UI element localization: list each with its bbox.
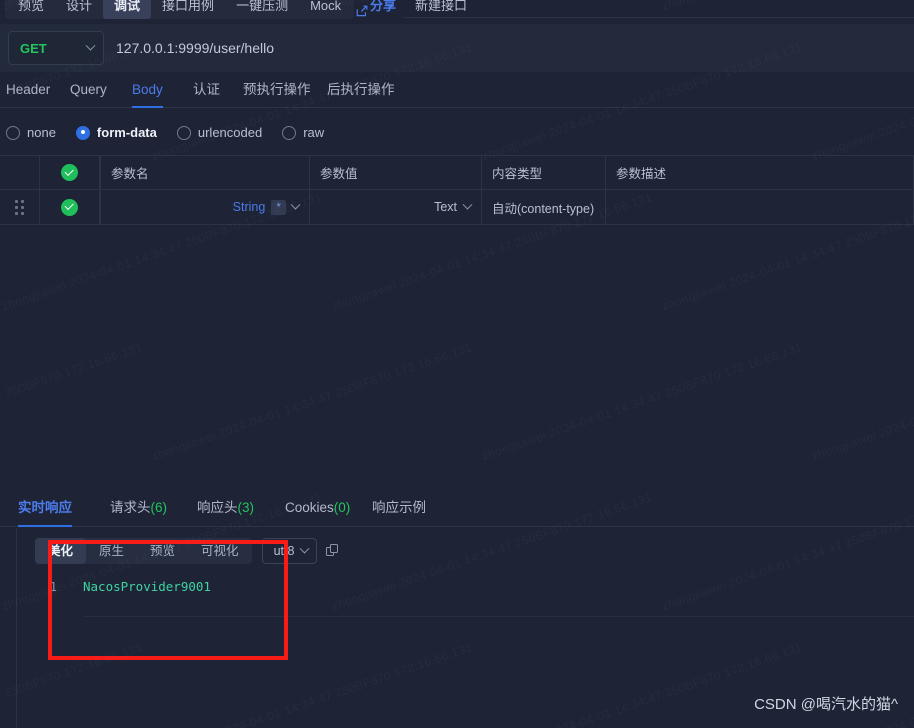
segment-preview[interactable]: 预览: [137, 538, 188, 564]
radio-none-label: none: [27, 125, 56, 140]
radio-raw[interactable]: raw: [282, 125, 324, 140]
share-label: 分享: [370, 0, 397, 13]
tab-response-examples[interactable]: 响应示例: [372, 490, 426, 527]
response-body-editor[interactable]: 1 NacosProvider9001: [17, 572, 914, 712]
header-param-value: 参数值: [310, 156, 482, 189]
tab-body[interactable]: Body: [132, 72, 163, 108]
line-number: 1: [49, 580, 57, 594]
row-param-name-cell[interactable]: String *: [100, 190, 310, 224]
tab-preview[interactable]: 预览: [7, 0, 55, 19]
share-icon: [356, 0, 368, 17]
tab-post-script[interactable]: 后执行操作: [327, 72, 395, 108]
encoding-label: utf8: [273, 544, 295, 558]
check-circle-icon: [61, 198, 78, 216]
request-section-tabs: Header Query Body 认证 预执行操作 后执行操作: [0, 72, 914, 108]
radio-circle-icon: [6, 125, 20, 140]
tab-response-headers[interactable]: 响应头(3): [197, 490, 254, 527]
radio-circle-filled-icon: [75, 125, 90, 140]
tab-auth[interactable]: 认证: [193, 72, 220, 108]
tab-request-headers[interactable]: 请求头(6): [110, 490, 167, 527]
tab-cookies-label: Cookies: [285, 500, 334, 515]
row-value-type-label: Text: [434, 200, 457, 214]
segment-beautify[interactable]: 美化: [35, 538, 87, 564]
row-enabled-checkbox[interactable]: [40, 190, 100, 224]
radio-none[interactable]: none: [6, 125, 56, 140]
response-section-tabs: 实时响应 请求头(6) 响应头(3) Cookies(0) 响应示例: [0, 490, 914, 527]
tab-header[interactable]: Header: [6, 72, 50, 108]
url-bar: GET 127.0.0.1:9999/user/hello: [0, 24, 914, 72]
tab-response-headers-label: 响应头: [197, 500, 238, 515]
csdn-credit: CSDN @喝汽水的猫^: [754, 696, 898, 713]
watermark-text: zhongjiawei 2024-04-01 14:34:47 250BF870…: [810, 340, 914, 464]
segment-raw[interactable]: 原生: [86, 538, 137, 564]
chevron-down-icon: [462, 199, 473, 210]
tab-response-examples-label: 响应示例: [372, 500, 426, 515]
table-header-row: 参数名 参数值 内容类型 参数描述: [0, 155, 914, 190]
line-number-gutter: 1: [17, 572, 69, 712]
drag-handle-icon: [15, 199, 24, 215]
radio-circle-icon: [282, 125, 297, 140]
watermark-text: zhongjiawei 2024-04-01 14:34:47 250BF870…: [150, 340, 475, 464]
tab-realtime-response-label: 实时响应: [18, 500, 72, 515]
tab-api-cases[interactable]: 接口用例: [151, 0, 225, 19]
http-method-label: GET: [20, 40, 47, 56]
row-param-desc[interactable]: [606, 190, 914, 224]
response-toolbar: 美化 原生 预览 可视化 utf8: [35, 538, 340, 564]
tab-debug[interactable]: 调试: [103, 0, 152, 19]
tab-mock[interactable]: Mock: [299, 0, 352, 19]
tab-design[interactable]: 设计: [55, 0, 103, 19]
radio-form-data[interactable]: form-data: [75, 125, 157, 140]
form-data-table: 参数名 参数值 内容类型 参数描述 String * Text 自动(conte…: [0, 155, 914, 225]
tab-request-headers-count: (6): [150, 500, 168, 515]
header-content-type: 内容类型: [482, 156, 606, 189]
tab-query[interactable]: Query: [70, 72, 107, 108]
row-param-value-cell[interactable]: Text: [310, 190, 482, 224]
tab-response-headers-count: (3): [237, 500, 255, 515]
api-mode-tabs: 预览 设计 调试 接口用例 一键压测 Mock: [5, 0, 355, 19]
row-drag-handle[interactable]: [0, 190, 40, 224]
tab-cookies[interactable]: Cookies(0): [285, 490, 350, 527]
topbar-divider: [403, 17, 914, 18]
share-button[interactable]: 分享: [356, 0, 396, 19]
chevron-down-icon: [85, 40, 96, 51]
tab-pre-script[interactable]: 预执行操作: [243, 72, 311, 108]
radio-circle-icon: [176, 125, 191, 140]
copy-icon[interactable]: [326, 544, 340, 558]
check-circle-icon: [61, 164, 78, 181]
top-tab-bar: 预览 设计 调试 接口用例 一键压测 Mock 分享 新建接口: [0, 0, 914, 19]
watermark-text: zhongjiawei 2024-04-01 14:34:47 250BF870…: [480, 340, 805, 464]
radio-raw-label: raw: [303, 125, 325, 140]
response-body-content: NacosProvider9001: [83, 572, 914, 712]
watermark-text: zhongjiawei 2024-04-01 14:34:47 250BF870…: [0, 340, 145, 463]
tab-realtime-response[interactable]: 实时响应: [18, 490, 72, 527]
table-row: String * Text 自动(content-type): [0, 190, 914, 225]
code-line-empty: [83, 597, 914, 617]
radio-form-data-label: form-data: [96, 125, 157, 140]
chevron-down-icon: [290, 199, 301, 210]
required-marker[interactable]: *: [271, 199, 286, 215]
row-content-type[interactable]: 自动(content-type): [482, 190, 606, 224]
header-param-name: 参数名: [100, 156, 310, 189]
segment-visualize[interactable]: 可视化: [188, 538, 252, 564]
tab-cookies-count: (0): [333, 500, 351, 515]
url-input[interactable]: 127.0.0.1:9999/user/hello: [116, 24, 274, 72]
tab-stress-test[interactable]: 一键压测: [225, 0, 299, 19]
encoding-select[interactable]: utf8: [261, 538, 318, 564]
response-view-segments: 美化 原生 预览 可视化: [35, 538, 252, 564]
api-debug-window: 预览 设计 调试 接口用例 一键压测 Mock 分享 新建接口 GET 127.…: [0, 0, 914, 728]
row-type-label: String: [232, 200, 266, 214]
radio-urlencoded[interactable]: urlencoded: [176, 125, 263, 140]
header-drag-spacer: [0, 156, 40, 189]
chevron-down-icon: [299, 543, 310, 554]
header-param-desc: 参数描述: [606, 156, 914, 189]
body-type-radio-group: none form-data urlencoded raw: [0, 110, 914, 155]
radio-urlencoded-label: urlencoded: [197, 125, 263, 140]
header-select-all-checkbox[interactable]: [40, 156, 100, 189]
row-type-select[interactable]: String *: [232, 199, 301, 215]
code-line: NacosProvider9001: [83, 579, 211, 594]
http-method-select[interactable]: GET: [8, 31, 104, 65]
row-value-type-select[interactable]: Text: [434, 199, 473, 214]
tab-request-headers-label: 请求头: [110, 500, 151, 515]
